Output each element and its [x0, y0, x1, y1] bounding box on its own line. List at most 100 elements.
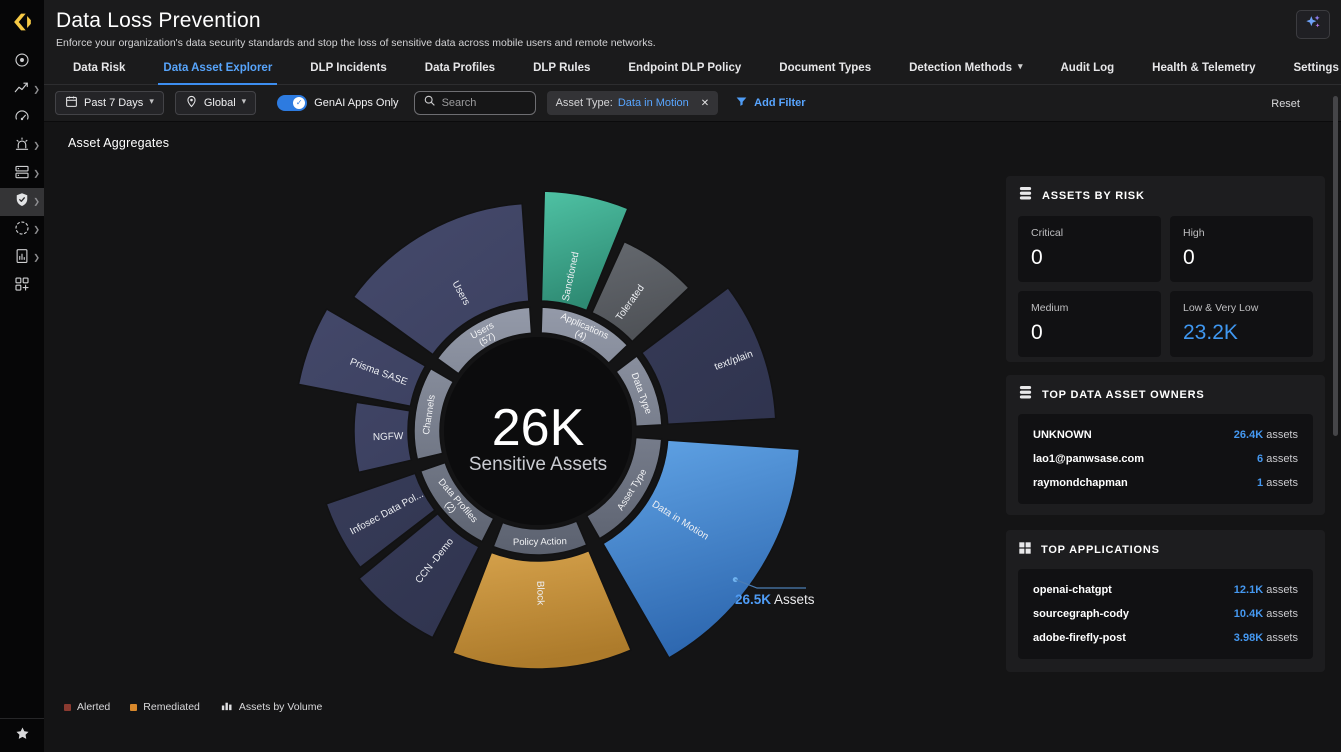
- scope-dropdown[interactable]: Global ▾: [175, 91, 256, 115]
- panel-title: ASSETS BY RISK: [1042, 190, 1145, 202]
- tab-document-types[interactable]: Document Types: [760, 52, 890, 84]
- alerted-swatch: [64, 704, 71, 711]
- favorites-button[interactable]: [0, 718, 44, 752]
- scrollbar-thumb[interactable]: [1333, 96, 1338, 436]
- page-header: Data Loss Prevention Enforce your organi…: [44, 0, 1341, 52]
- bar-chart-icon: [220, 699, 233, 715]
- tab-endpoint-dlp-policy[interactable]: Endpoint DLP Policy: [609, 52, 760, 84]
- time-range-dropdown[interactable]: Past 7 Days ▾: [55, 91, 164, 115]
- tab-data-profiles[interactable]: Data Profiles: [406, 52, 514, 84]
- chevron-right-icon: ❯: [33, 254, 40, 262]
- assets-by-risk-panel: ASSETS BY RISK Critical 0 High 0 Medium: [1006, 176, 1325, 362]
- search-box: [414, 91, 536, 115]
- search-icon: [423, 94, 436, 112]
- sidebar-item-incidents[interactable]: ❯: [0, 132, 44, 160]
- risk-card-critical[interactable]: Critical 0: [1018, 216, 1161, 282]
- left-sidebar: ❯ ❯ ❯ ❯ ❯ ❯: [0, 0, 44, 752]
- panel-title: TOP DATA ASSET OWNERS: [1042, 389, 1204, 401]
- reset-button[interactable]: Reset: [1271, 85, 1300, 122]
- application-row: openai-chatgpt 12.1K assets: [1033, 578, 1298, 602]
- svg-text:26K: 26K: [492, 399, 585, 457]
- application-assets-link[interactable]: 3.98K assets: [1234, 632, 1298, 644]
- owner-row: raymondchapman 1 assets: [1033, 471, 1298, 495]
- tab-dlp-incidents[interactable]: DLP Incidents: [291, 52, 405, 84]
- chevron-down-icon: ▾: [242, 96, 247, 107]
- sidebar-item-dashboard[interactable]: [0, 104, 44, 132]
- tab-data-risk[interactable]: Data Risk: [54, 52, 144, 84]
- tab-settings[interactable]: Settings: [1274, 52, 1341, 84]
- dotted-circle-icon: [13, 219, 31, 242]
- ai-copilot-button[interactable]: [1296, 10, 1330, 39]
- chevron-right-icon: ❯: [33, 86, 40, 94]
- page-scrollbar: [1333, 0, 1338, 752]
- owner-row: UNKNOWN 26.4K assets: [1033, 423, 1298, 447]
- page-subtitle: Enforce your organization's data securit…: [56, 37, 656, 49]
- top-applications-panel: TOP APPLICATIONS openai-chatgpt 12.1K as…: [1006, 530, 1325, 672]
- radar-icon: [13, 51, 31, 74]
- chevron-down-icon: ▾: [1018, 61, 1023, 72]
- panel-title: TOP APPLICATIONS: [1041, 544, 1160, 556]
- network-icon: [13, 163, 31, 186]
- toggle-on: ✓: [277, 95, 307, 111]
- grid-icon: [1018, 541, 1032, 560]
- tab-data-asset-explorer[interactable]: Data Asset Explorer: [144, 52, 291, 84]
- database-icon: [1018, 186, 1033, 206]
- svg-text:Policy Action: Policy Action: [513, 536, 567, 548]
- toggle-knob-check: ✓: [293, 97, 305, 109]
- shield-check-icon: [13, 191, 31, 214]
- sidebar-item-data-loss-prevention[interactable]: ❯: [0, 188, 44, 216]
- application-assets-link[interactable]: 10.4K assets: [1234, 608, 1298, 620]
- chevron-down-icon: ▾: [149, 96, 154, 107]
- legend-alerted[interactable]: Alerted: [64, 701, 110, 713]
- close-icon[interactable]: ✕: [701, 98, 709, 109]
- sidebar-item-activity[interactable]: ❯: [0, 76, 44, 104]
- tab-bar: Data Risk Data Asset Explorer DLP Incide…: [44, 52, 1341, 85]
- owner-row: lao1@panwsase.com 6 assets: [1033, 447, 1298, 471]
- svg-text:Sensitive Assets: Sensitive Assets: [469, 454, 607, 475]
- risk-card-medium[interactable]: Medium 0: [1018, 291, 1161, 357]
- sidebar-item-network[interactable]: ❯: [0, 160, 44, 188]
- owner-assets-link[interactable]: 26.4K assets: [1234, 429, 1298, 441]
- tab-dlp-rules[interactable]: DLP Rules: [514, 52, 609, 84]
- remediated-swatch: [130, 704, 137, 711]
- asset-aggregates-sunburst[interactable]: Users(57)UsersApplications(4)SanctionedT…: [44, 122, 994, 704]
- sparkles-icon: [1303, 12, 1323, 37]
- report-icon: [13, 247, 31, 270]
- page-title: Data Loss Prevention: [56, 9, 261, 33]
- search-input[interactable]: [442, 97, 527, 109]
- svg-text:Block: Block: [534, 581, 545, 607]
- activity-icon: [13, 79, 31, 102]
- legend-remediated[interactable]: Remediated: [130, 701, 200, 713]
- tab-audit-log[interactable]: Audit Log: [1042, 52, 1134, 84]
- chevron-right-icon: ❯: [33, 170, 40, 178]
- palo-alto-logo[interactable]: [0, 0, 44, 44]
- content-area: Asset Aggregates Users(57)UsersApplicati…: [44, 122, 1341, 752]
- svg-text:NGFW: NGFW: [373, 431, 404, 443]
- database-icon: [1018, 385, 1033, 405]
- tab-detection-methods[interactable]: Detection Methods▾: [890, 52, 1041, 84]
- speedometer-icon: [13, 107, 31, 130]
- application-row: adobe-firefly-post 3.98K assets: [1033, 626, 1298, 650]
- risk-card-low[interactable]: Low & Very Low 23.2K: [1170, 291, 1313, 357]
- sidebar-item-overview[interactable]: [0, 48, 44, 76]
- sidebar-item-apps[interactable]: [0, 272, 44, 300]
- siren-icon: [13, 135, 31, 158]
- chevron-right-icon: ❯: [33, 198, 40, 206]
- asset-type-filter-chip[interactable]: Asset Type: Data in Motion ✕: [547, 91, 719, 115]
- genai-apps-toggle[interactable]: ✓ GenAI Apps Only: [277, 95, 398, 111]
- add-filter-button[interactable]: Add Filter: [735, 95, 805, 111]
- sidebar-item-processing[interactable]: ❯: [0, 216, 44, 244]
- sidebar-item-reports[interactable]: ❯: [0, 244, 44, 272]
- owner-assets-link[interactable]: 1 assets: [1257, 477, 1298, 489]
- legend-assets-by-volume[interactable]: Assets by Volume: [220, 699, 322, 715]
- risk-card-high[interactable]: High 0: [1170, 216, 1313, 282]
- filter-bar: Past 7 Days ▾ Global ▾ ✓ GenAI Apps Only…: [44, 85, 1341, 122]
- application-assets-link[interactable]: 12.1K assets: [1234, 584, 1298, 596]
- chevron-right-icon: ❯: [33, 142, 40, 150]
- tab-health-telemetry[interactable]: Health & Telemetry: [1133, 52, 1274, 84]
- top-data-asset-owners-panel: TOP DATA ASSET OWNERS UNKNOWN 26.4K asse…: [1006, 375, 1325, 515]
- chevron-right-icon: ❯: [33, 226, 40, 234]
- application-row: sourcegraph-cody 10.4K assets: [1033, 602, 1298, 626]
- svg-text:26.5K Assets: 26.5K Assets: [735, 592, 815, 607]
- owner-assets-link[interactable]: 6 assets: [1257, 453, 1298, 465]
